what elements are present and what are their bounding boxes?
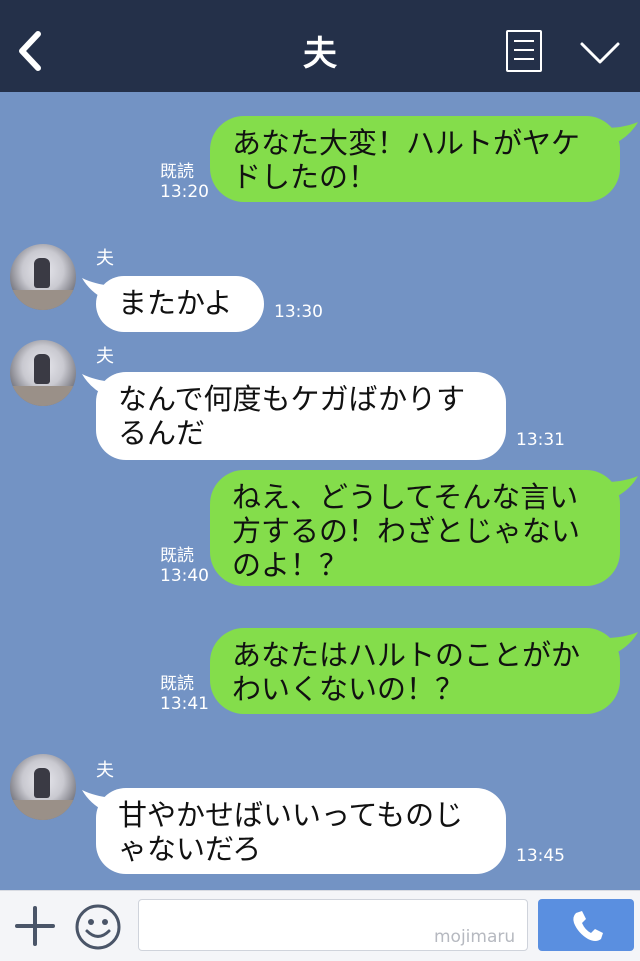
my-message-bubble[interactable]: あなたはハルトのことがか わいくないの！？: [210, 628, 620, 714]
their-message-bubble[interactable]: またかよ: [96, 276, 264, 332]
collapse-button[interactable]: [578, 36, 622, 68]
bubble-tail: [82, 374, 112, 396]
watermark-text: mojimaru: [434, 927, 516, 947]
sender-name: 夫: [96, 346, 114, 367]
avatar[interactable]: [10, 244, 76, 310]
chat-area[interactable]: 既読 13:20 あなた大変！ハルトがヤケ ドしたの！ 夫 またかよ 13:30…: [0, 92, 640, 890]
avatar[interactable]: [10, 340, 76, 406]
bubble-tail: [82, 790, 112, 812]
chat-header: 夫: [0, 0, 640, 92]
bubble-tail: [604, 476, 638, 498]
message-time: 13:30: [274, 302, 323, 322]
message-line: あなた大変！ハルトがヤケ: [232, 126, 581, 160]
bubble-tail: [604, 122, 638, 144]
message-line: またかよ: [118, 286, 233, 320]
message-line: のよ！？: [232, 548, 349, 582]
plus-icon: [15, 906, 55, 946]
smiley-icon: [75, 904, 121, 950]
sender-name: 夫: [96, 248, 114, 269]
message-time: 13:45: [516, 846, 565, 866]
add-attachment-button[interactable]: [14, 905, 56, 947]
message-line: ドしたの！: [232, 160, 378, 194]
bubble-tail: [82, 278, 112, 300]
message-input-bar: mojimaru: [0, 890, 640, 961]
bubble-tail: [604, 632, 638, 654]
message-line: るんだ: [118, 416, 206, 450]
phone-icon: [573, 911, 603, 941]
sender-name: 夫: [96, 760, 114, 781]
document-list-icon: [514, 40, 534, 42]
read-status: 既読: [160, 546, 194, 566]
call-button[interactable]: [538, 899, 634, 951]
emoji-button[interactable]: [74, 903, 122, 951]
chevron-down-icon: [580, 42, 620, 64]
message-line: 甘やかせばいいってものじ: [118, 798, 464, 832]
message-line: わいくないの！？: [232, 672, 465, 706]
message-time: 13:20: [160, 182, 209, 202]
message-time: 13:40: [160, 566, 209, 586]
my-message-bubble[interactable]: ねえ、どうしてそんな言い 方するの！わざとじゃない のよ！？: [210, 470, 620, 586]
message-line: なんで何度もケガばかりす: [118, 382, 466, 416]
read-status: 既読: [160, 162, 194, 182]
menu-button[interactable]: [506, 30, 542, 72]
message-line: 方するの！わざとじゃない: [232, 514, 581, 548]
read-status: 既読: [160, 674, 194, 694]
message-line: ゃないだろ: [118, 832, 262, 866]
chat-title: 夫: [303, 34, 337, 74]
their-message-bubble[interactable]: なんで何度もケガばかりす るんだ: [96, 372, 506, 460]
document-list-icon-line: [514, 49, 534, 51]
message-time: 13:31: [516, 430, 565, 450]
message-line: あなたはハルトのことがか: [232, 638, 581, 672]
document-list-icon-line: [514, 58, 534, 60]
message-time: 13:41: [160, 694, 209, 714]
message-line: ねえ、どうしてそんな言い: [232, 480, 579, 514]
their-message-bubble[interactable]: 甘やかせばいいってものじ ゃないだろ: [96, 788, 506, 874]
avatar[interactable]: [10, 754, 76, 820]
my-message-bubble[interactable]: あなた大変！ハルトがヤケ ドしたの！: [210, 116, 620, 202]
